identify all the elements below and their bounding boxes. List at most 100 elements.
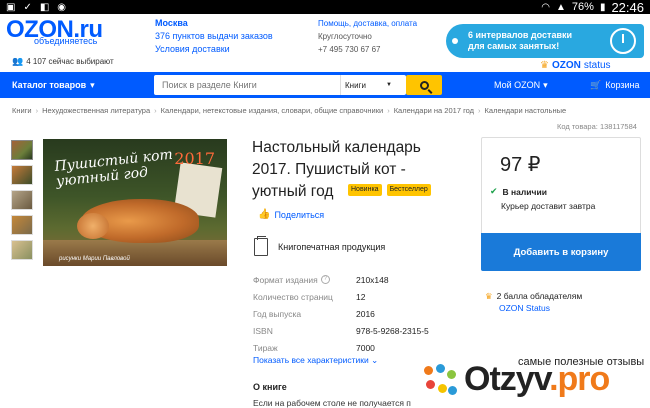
breadcrumb-item[interactable]: Календари на 2017 год (394, 106, 474, 115)
promo-line-2: для самых занятых! (468, 41, 560, 51)
ozon-status-link[interactable]: ♛ OZON status (540, 60, 611, 71)
crown-icon: ♛ (540, 60, 549, 71)
spec-row: Год выпуска 2016 (253, 305, 429, 322)
breadcrumb-item[interactable]: Нехудожественная литература (42, 106, 150, 115)
bonus-info: ♛ 2 балла обладателям OZON Status (485, 290, 582, 314)
mark-dot (448, 386, 457, 395)
breadcrumb-item[interactable]: Календари настольные (485, 106, 567, 115)
breadcrumb-item[interactable]: Календари, нетекстовые издания, словари,… (161, 106, 384, 115)
crown-icon: ♛ (485, 291, 493, 301)
mark-dot (447, 370, 456, 379)
thumbnail[interactable] (11, 190, 33, 210)
add-to-cart-button[interactable]: Добавить в корзину (481, 233, 641, 271)
check-icon: ✔ (490, 186, 498, 196)
product-badges: Новинка Бестселлер (348, 184, 431, 196)
status-brand: OZON (551, 60, 581, 71)
show-all-specs-label: Показать все характеристики (253, 355, 369, 365)
mark-dot (424, 366, 433, 375)
catalog-label: Каталог товаров (12, 80, 87, 90)
chevron-down-icon: ⌄ (371, 355, 379, 365)
search-scope-value: Книги (345, 80, 366, 90)
chevron-right-icon: › (154, 106, 157, 115)
promo-text: 6 интервалов доставки для самых занятых! (468, 30, 572, 52)
spec-value: 12 (356, 291, 366, 302)
spec-value: 7000 (356, 342, 375, 353)
promo-line-1: 6 интервалов доставки (468, 30, 573, 40)
clock: 22:46 (611, 0, 644, 15)
spec-key: Формат издания? (253, 275, 356, 285)
cart-icon: 🛒 (590, 79, 602, 90)
search-input[interactable] (154, 75, 338, 95)
about-text: Если на рабочем столе не получается п (253, 398, 411, 408)
stock-status: ✔ В наличии (490, 186, 547, 197)
mark-dot (438, 384, 447, 393)
watermark-tld: .pro (549, 360, 610, 398)
thumbnail[interactable] (11, 240, 33, 260)
site-header: OZON.ru объединяетесь 👥 4 107 сейчас выб… (0, 14, 650, 72)
help-phone[interactable]: +7 495 730 67 67 (318, 43, 417, 56)
product-cover-image[interactable]: Пушистый кот уютный год 2017 рисунки Мар… (43, 139, 227, 266)
clock-icon (610, 28, 636, 54)
spec-key-label: Формат издания (253, 274, 318, 285)
bonus-text: 2 балла обладателям (496, 291, 583, 301)
question-icon[interactable]: ? (320, 275, 330, 284)
catalog-button[interactable]: Каталог товаров ▾ (0, 72, 100, 98)
delivery-promo-banner[interactable]: 6 интервалов доставки для самых занятых! (446, 24, 644, 58)
mark-dot (426, 380, 435, 389)
check-icon: ✓ (23, 1, 32, 13)
search-button[interactable] (406, 75, 442, 95)
search-scope-select[interactable]: Книги ▼ (340, 75, 396, 95)
watchers-text: 4 107 сейчас выбирают (26, 57, 114, 66)
product-type: Книгопечатная продукция (254, 236, 386, 256)
nav-bar: Каталог товаров ▾ Книги ▼ Мой OZON ▾ 🛒 К… (0, 72, 650, 98)
city-selector[interactable]: Москва (155, 17, 273, 30)
search-icon (419, 80, 429, 90)
spec-row: Количество страниц 12 (253, 288, 429, 305)
spec-value: 210x148 (356, 274, 389, 285)
wifi-icon: ◠ (541, 1, 550, 13)
delivery-terms-link[interactable]: Условия доставки (155, 43, 273, 56)
cart-button[interactable]: 🛒 Корзина (590, 72, 640, 98)
chevron-down-icon: ▾ (543, 79, 548, 90)
promo-dot-icon (452, 38, 458, 44)
spec-key: Тираж (253, 342, 278, 353)
buy-box: 97 ₽ ✔ В наличии Курьер доставит завтра … (481, 137, 641, 271)
product-type-label: Книгопечатная продукция (278, 242, 386, 252)
chevron-down-icon: ▾ (90, 79, 95, 90)
product-code: Код товара: 138117584 (557, 122, 637, 131)
price: 97 ₽ (500, 154, 541, 176)
signal-icon: ▲ (556, 1, 566, 13)
camera-icon: ◉ (57, 1, 67, 13)
watermark-logo: Otzyv.pro (422, 360, 650, 406)
battery-icon: ▮ (599, 1, 606, 13)
status-bar: ▣ ✓ ◧ ◉ ◠ ▲ 76% ▮ 22:46 (0, 0, 650, 15)
status-suffix: status (583, 60, 611, 71)
city-block: Москва 376 пунктов выдачи заказов Услови… (155, 17, 273, 56)
share-button[interactable]: 👍 Поделиться (258, 209, 324, 220)
ozon-status-bonus-link[interactable]: OZON Status (499, 302, 582, 314)
book-icon (254, 236, 268, 256)
thumbnail[interactable] (11, 165, 33, 185)
spec-key: ISBN (253, 325, 273, 336)
breadcrumb-item[interactable]: Книги (12, 106, 32, 115)
search-box: Книги ▼ (154, 75, 406, 95)
watermark-text: Otzyv.pro (464, 360, 610, 399)
pickup-points-link[interactable]: 376 пунктов выдачи заказов (155, 30, 273, 43)
logo-tagline: объединяетесь (34, 36, 98, 46)
show-all-specs-link[interactable]: Показать все характеристики ⌄ (253, 355, 378, 366)
cart-label: Корзина (605, 80, 640, 90)
help-link[interactable]: Помощь, доставка, оплата (318, 17, 417, 30)
bag-icon: ◧ (39, 1, 50, 13)
thumbnail[interactable] (11, 140, 33, 160)
thumbnail[interactable] (11, 215, 33, 235)
bestseller-badge: Бестселлер (386, 184, 431, 196)
chevron-right-icon: › (478, 106, 481, 115)
cover-cat-head (77, 213, 109, 239)
image-icon: ▣ (6, 1, 16, 13)
watermark-name: Otzyv (464, 360, 550, 398)
spec-row: ISBN 978-5-9268-2315-5 (253, 322, 429, 339)
my-ozon-label: Мой OZON (494, 80, 541, 90)
spec-value: 978-5-9268-2315-5 (356, 325, 429, 336)
people-icon: 👥 (12, 56, 24, 66)
my-ozon-menu[interactable]: Мой OZON ▾ (494, 72, 548, 98)
